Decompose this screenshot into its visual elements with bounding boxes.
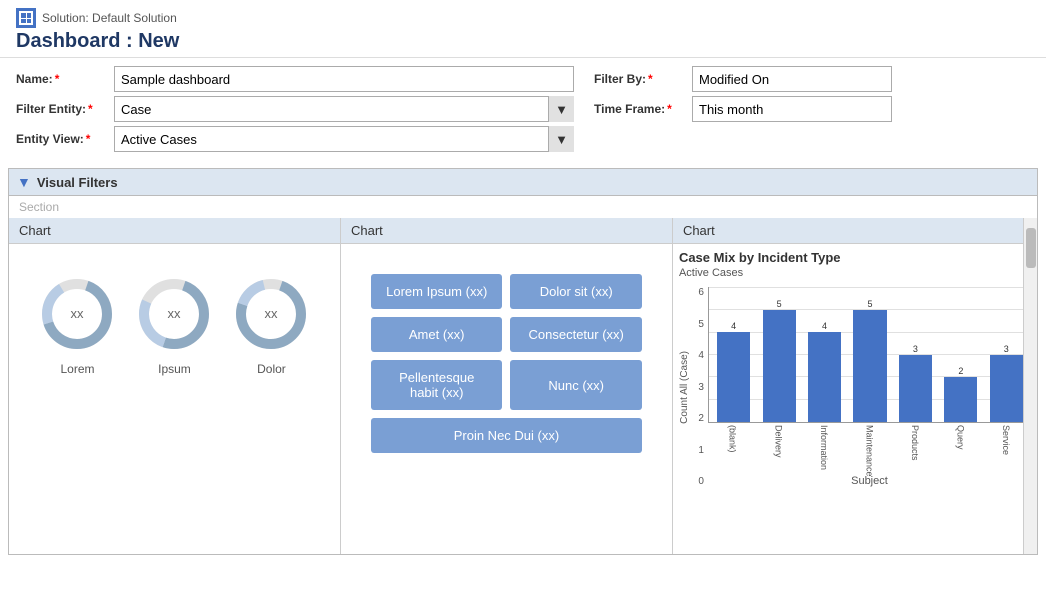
bubble-1: Lorem Ipsum (xx) xyxy=(371,274,502,309)
bar-query xyxy=(944,377,977,422)
bars-row: 4 5 xyxy=(709,287,1031,422)
yticks: 6 5 4 3 2 1 0 xyxy=(692,287,708,487)
entity-view-label: Entity View:* xyxy=(16,132,106,146)
xaxis-title: Subject xyxy=(708,475,1031,487)
donut-label-2: Ipsum xyxy=(158,362,191,376)
bar-chart-subtitle: Active Cases xyxy=(679,267,1031,279)
bar-group-maintenance: 5 xyxy=(849,287,890,422)
charts-row: Chart xx Lorem xyxy=(9,218,1037,554)
xaxis-labels: (blank) Delivery Information Maintenance… xyxy=(708,425,1031,473)
bar-chart-title: Case Mix by Incident Type xyxy=(679,250,1031,265)
bubble-3: Amet (xx) xyxy=(371,317,502,352)
bubble-4: Consectetur (xx) xyxy=(510,317,641,352)
bubble-grid: Lorem Ipsum (xx) Dolor sit (xx) Amet (xx… xyxy=(351,254,662,473)
entity-view-select-wrap: Active Cases ▼ xyxy=(114,126,574,152)
bar-service xyxy=(990,355,1023,423)
time-frame-row: Time Frame:* xyxy=(594,96,1030,122)
bar-group-information: 4 xyxy=(804,287,845,422)
filter-entity-select-wrap: Case ▼ xyxy=(114,96,574,122)
name-label: Name:* xyxy=(16,72,106,86)
chart-panel-3: Chart Case Mix by Incident Type Active C… xyxy=(673,218,1037,554)
visual-filters-title: Visual Filters xyxy=(37,175,118,190)
bar-group-delivery: 5 xyxy=(758,287,799,422)
bar-maintenance xyxy=(853,310,886,422)
filter-entity-row: Filter Entity:* Case ▼ xyxy=(16,96,574,122)
bubble-6: Nunc (xx) xyxy=(510,360,641,410)
donut-item-2: xx Ipsum xyxy=(134,274,214,376)
entity-view-select[interactable]: Active Cases xyxy=(114,126,574,152)
chart2-header: Chart xyxy=(341,218,672,244)
filter-entity-select[interactable]: Case xyxy=(114,96,574,122)
xlabel-query: Query xyxy=(940,425,982,473)
bar-chart-main: Count All (Case) 6 5 4 3 2 1 0 xyxy=(679,287,1031,487)
bar-group-products: 3 xyxy=(895,287,936,422)
bars-container: 4 5 xyxy=(708,287,1031,487)
donut-label-3: Dolor xyxy=(257,362,286,376)
bar-delivery xyxy=(763,310,796,422)
chart-panel-1: Chart xx Lorem xyxy=(9,218,341,554)
bar-blank xyxy=(717,332,750,422)
svg-text:xx: xx xyxy=(265,306,279,321)
donut-svg-3: xx xyxy=(231,274,311,354)
visual-filters-section: ▼ Visual Filters Section Chart xyxy=(8,168,1038,555)
filter-by-input[interactable] xyxy=(692,66,892,92)
bubble-2: Dolor sit (xx) xyxy=(510,274,641,309)
bar-information xyxy=(808,332,841,422)
yaxis-label-wrap: Count All (Case) xyxy=(679,287,692,487)
charts-container: Section Chart xx xyxy=(9,196,1037,554)
solution-text: Solution: Default Solution xyxy=(42,11,177,25)
filter-by-label: Filter By:* xyxy=(594,72,684,86)
section-label: Section xyxy=(9,196,1037,218)
svg-text:xx: xx xyxy=(71,306,85,321)
xlabel-service: Service xyxy=(985,425,1027,473)
bars-area: 4 5 xyxy=(708,287,1031,423)
chart1-body: xx Lorem xx Ipsum xyxy=(9,244,340,554)
svg-text:xx: xx xyxy=(168,306,182,321)
chart-panel-2: Chart Lorem Ipsum (xx) Dolor sit (xx) Am… xyxy=(341,218,673,554)
scrollbar-thumb[interactable] xyxy=(1026,228,1036,268)
header: Solution: Default Solution Dashboard : N… xyxy=(0,0,1046,58)
name-input[interactable] xyxy=(114,66,574,92)
bubble-7: Proin Nec Dui (xx) xyxy=(371,418,642,453)
yaxis-label: Count All (Case) xyxy=(679,351,690,424)
filter-by-row: Filter By:* xyxy=(594,66,1030,92)
donut-label-1: Lorem xyxy=(60,362,94,376)
bar-products xyxy=(899,355,932,423)
bar-group-service: 3 xyxy=(986,287,1027,422)
collapse-icon[interactable]: ▼ xyxy=(17,174,31,190)
chart3-body: Case Mix by Incident Type Active Cases C… xyxy=(673,244,1037,554)
bar-group-query: 2 xyxy=(940,287,981,422)
bubble-5: Pellentesque habit (xx) xyxy=(371,360,502,410)
bar-group-blank: 4 xyxy=(713,287,754,422)
chart3-header: Chart xyxy=(673,218,1037,244)
filter-entity-label: Filter Entity:* xyxy=(16,102,106,116)
entity-view-row: Entity View:* Active Cases ▼ xyxy=(16,126,574,152)
donut-row: xx Lorem xx Ipsum xyxy=(19,254,330,386)
xlabel-delivery: Delivery xyxy=(758,425,800,473)
xlabel-blank: (blank) xyxy=(712,425,754,473)
donut-item-1: xx Lorem xyxy=(37,274,117,376)
xlabel-products: Products xyxy=(894,425,936,473)
form-section: Name:* Filter Entity:* Case ▼ Entity Vie… xyxy=(0,58,1046,164)
scrollbar[interactable] xyxy=(1023,218,1037,554)
name-row: Name:* xyxy=(16,66,574,92)
donut-svg-2: xx xyxy=(134,274,214,354)
xlabel-maintenance: Maintenance xyxy=(849,425,891,473)
solution-label: Solution: Default Solution xyxy=(16,8,1030,28)
chart1-header: Chart xyxy=(9,218,340,244)
time-frame-input[interactable] xyxy=(692,96,892,122)
donut-svg-1: xx xyxy=(37,274,117,354)
visual-filters-header: ▼ Visual Filters xyxy=(9,169,1037,196)
solution-icon xyxy=(16,8,36,28)
time-frame-label: Time Frame:* xyxy=(594,102,684,116)
xlabel-information: Information xyxy=(803,425,845,473)
chart2-body: Lorem Ipsum (xx) Dolor sit (xx) Amet (xx… xyxy=(341,244,672,554)
page-title: Dashboard : New xyxy=(16,30,1030,53)
donut-item-3: xx Dolor xyxy=(231,274,311,376)
